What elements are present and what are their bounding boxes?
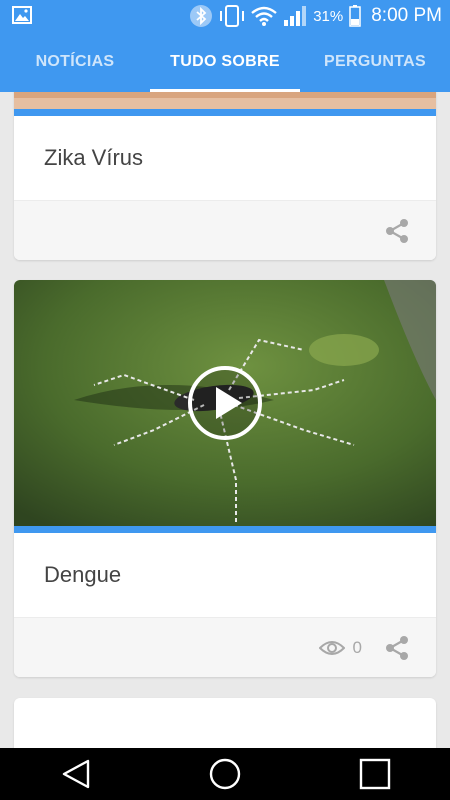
content-list[interactable]: Zika Vírus Dengue 0 bbox=[0, 92, 450, 748]
back-icon bbox=[62, 759, 90, 789]
card-image[interactable] bbox=[14, 92, 436, 109]
tab-noticias[interactable]: NOTÍCIAS bbox=[0, 32, 150, 92]
tab-bar: NOTÍCIAS TUDO SOBRE PERGUNTAS bbox=[0, 32, 450, 92]
status-bar: 31% 8:00 PM bbox=[0, 0, 450, 32]
home-icon bbox=[209, 758, 241, 790]
card-next[interactable] bbox=[14, 698, 436, 748]
clock: 8:00 PM bbox=[371, 5, 442, 26]
share-icon[interactable] bbox=[384, 218, 410, 244]
back-button[interactable] bbox=[45, 748, 105, 800]
recents-icon bbox=[359, 758, 391, 790]
home-button[interactable] bbox=[195, 748, 255, 800]
bluetooth-icon bbox=[190, 5, 213, 27]
navigation-bar bbox=[0, 748, 450, 800]
signal-icon bbox=[284, 6, 307, 26]
tab-tudo-sobre[interactable]: TUDO SOBRE bbox=[150, 32, 300, 92]
gallery-icon bbox=[12, 6, 32, 24]
share-icon[interactable] bbox=[384, 635, 410, 661]
wifi-icon bbox=[251, 6, 277, 26]
view-count-value: 0 bbox=[352, 637, 362, 657]
card-accent-bar bbox=[14, 526, 436, 533]
battery-percent: 31% bbox=[313, 7, 344, 25]
play-icon[interactable] bbox=[186, 364, 264, 442]
card-dengue[interactable]: Dengue 0 bbox=[14, 280, 436, 677]
eye-icon bbox=[318, 640, 345, 655]
card-zika[interactable]: Zika Vírus bbox=[14, 92, 436, 260]
tab-perguntas[interactable]: PERGUNTAS bbox=[300, 32, 450, 92]
card-footer bbox=[14, 200, 436, 260]
card-title[interactable]: Dengue bbox=[14, 533, 436, 617]
vibrate-icon bbox=[220, 5, 245, 27]
battery-icon bbox=[349, 5, 361, 27]
recents-button[interactable] bbox=[345, 748, 405, 800]
card-accent-bar bbox=[14, 109, 436, 116]
card-footer: 0 bbox=[14, 617, 436, 677]
view-count: 0 bbox=[318, 637, 362, 658]
card-video-thumbnail[interactable] bbox=[14, 280, 436, 526]
card-title[interactable]: Zika Vírus bbox=[14, 116, 436, 200]
